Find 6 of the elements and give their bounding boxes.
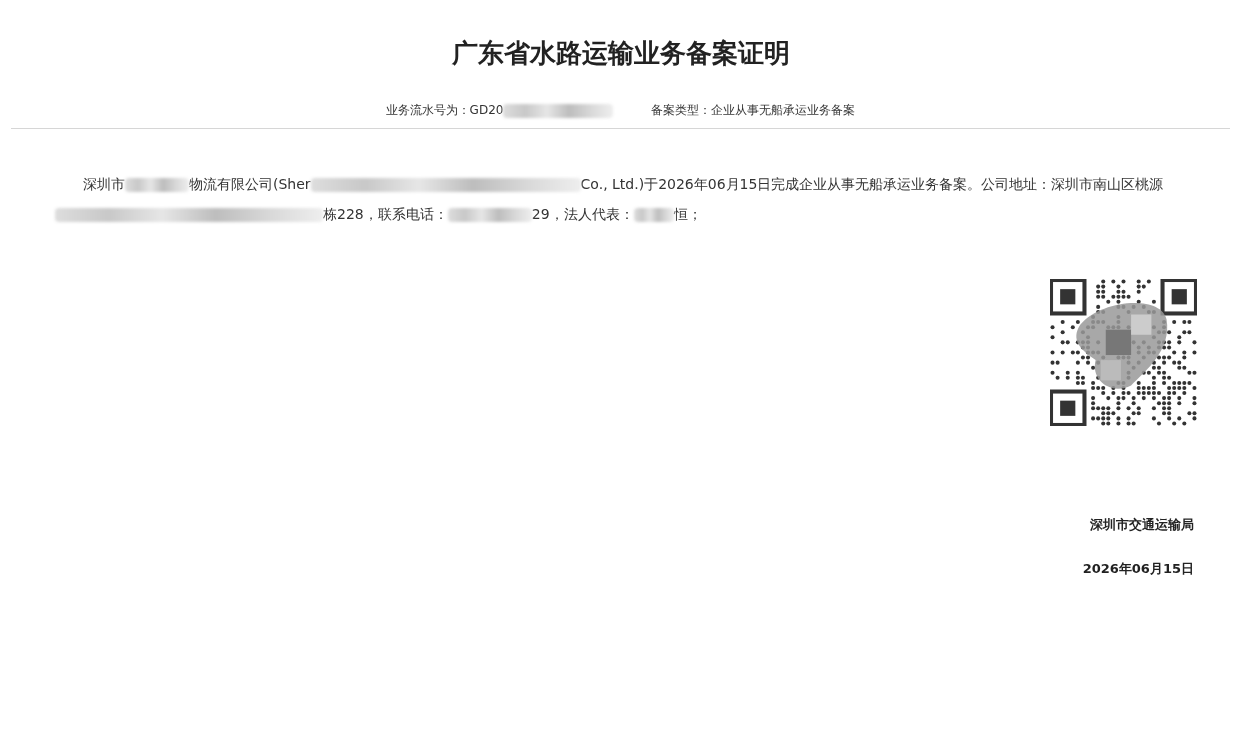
document-title: 广东省水路运输业务备案证明 (450, 37, 791, 70)
certificate-statement: 深圳市 物流有限公司(Sher Co., Ltd.)于2026年06月15日完成企业从事无船承运业务备案。公司地址：深圳市南山区桃源 栋228，联系电话： 29，法人代表： 恒； (55, 169, 1183, 229)
serial-number: 业务流水号为：GD20 (385, 100, 614, 120)
issue-date: 2026年06月15日 (1082, 560, 1194, 578)
issuer-name: 深圳市交通运输局 (1090, 516, 1194, 534)
filing-type: 备案类型：企业从事无船承运业务备案 (651, 102, 856, 119)
